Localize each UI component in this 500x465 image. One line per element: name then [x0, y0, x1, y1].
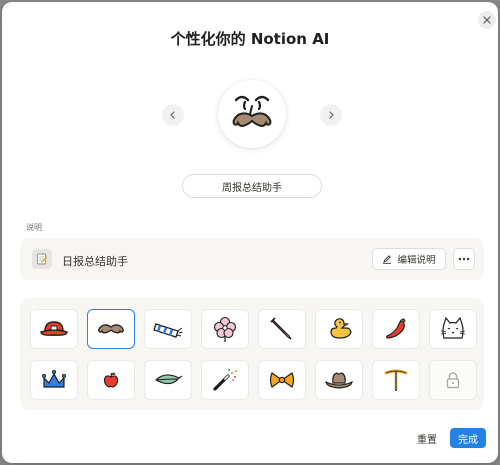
- avatar-option[interactable]: [30, 309, 78, 349]
- done-button[interactable]: 完成: [450, 428, 486, 448]
- chevron-right-icon: [329, 111, 334, 119]
- apple-icon: [103, 372, 119, 388]
- leaf-icon: [155, 374, 183, 385]
- red-hat-icon: [40, 321, 68, 336]
- avatar-picker: [20, 298, 484, 410]
- assistant-name-input[interactable]: [182, 174, 322, 198]
- description-label: 说明: [26, 223, 42, 232]
- edit-description-label: 编辑说明: [397, 255, 436, 266]
- avatar-option[interactable]: [258, 360, 306, 400]
- more-options-button[interactable]: [453, 248, 475, 270]
- crown-icon: [41, 369, 67, 388]
- avatar-preview: [218, 80, 286, 148]
- scarf-icon: [153, 323, 183, 338]
- lock-icon: [446, 372, 460, 389]
- avatar-option-locked[interactable]: [429, 360, 477, 400]
- description-text: 日报总结助手: [62, 255, 128, 268]
- avatar-option[interactable]: [144, 309, 192, 349]
- close-icon: [483, 16, 491, 24]
- pencil-edit-icon: [383, 255, 392, 264]
- avatar-option[interactable]: [87, 309, 135, 349]
- avatar-option[interactable]: [258, 309, 306, 349]
- avatar-option[interactable]: [372, 309, 420, 349]
- avatar-option[interactable]: [315, 360, 363, 400]
- reset-button[interactable]: 重置: [410, 428, 444, 448]
- pickaxe-icon: [384, 369, 408, 392]
- description-row: 日报总结助手 编辑说明: [20, 238, 484, 280]
- avatar-option[interactable]: [429, 309, 477, 349]
- note-icon: [32, 249, 52, 269]
- avatar-option[interactable]: [30, 360, 78, 400]
- prev-avatar-button[interactable]: [162, 104, 184, 126]
- cat-icon: [440, 316, 466, 339]
- next-avatar-button[interactable]: [320, 104, 342, 126]
- mustache-face-icon: [232, 95, 272, 127]
- avatar-option[interactable]: [201, 360, 249, 400]
- ellipsis-icon: [458, 257, 470, 261]
- mustache-icon: [98, 324, 124, 334]
- pencil-icon: [270, 317, 292, 340]
- close-button[interactable]: [478, 11, 496, 29]
- flower-icon: [213, 316, 237, 342]
- chevron-left-icon: [170, 111, 175, 119]
- avatar-option[interactable]: [315, 309, 363, 349]
- avatar-option[interactable]: [87, 360, 135, 400]
- avatar-option[interactable]: [201, 309, 249, 349]
- bow-tie-icon: [269, 372, 295, 388]
- chili-pepper-icon: [386, 318, 406, 339]
- cowboy-hat-icon: [325, 372, 353, 389]
- avatar-option[interactable]: [372, 360, 420, 400]
- avatar-option[interactable]: [144, 360, 192, 400]
- personalize-dialog: 个性化你的 Notion AI 说明 日报总结助手: [2, 2, 498, 463]
- edit-description-button[interactable]: 编辑说明: [372, 248, 446, 270]
- dialog-title: 个性化你的 Notion AI: [170, 30, 330, 48]
- duck-icon: [330, 318, 352, 339]
- magic-wand-icon: [213, 369, 237, 391]
